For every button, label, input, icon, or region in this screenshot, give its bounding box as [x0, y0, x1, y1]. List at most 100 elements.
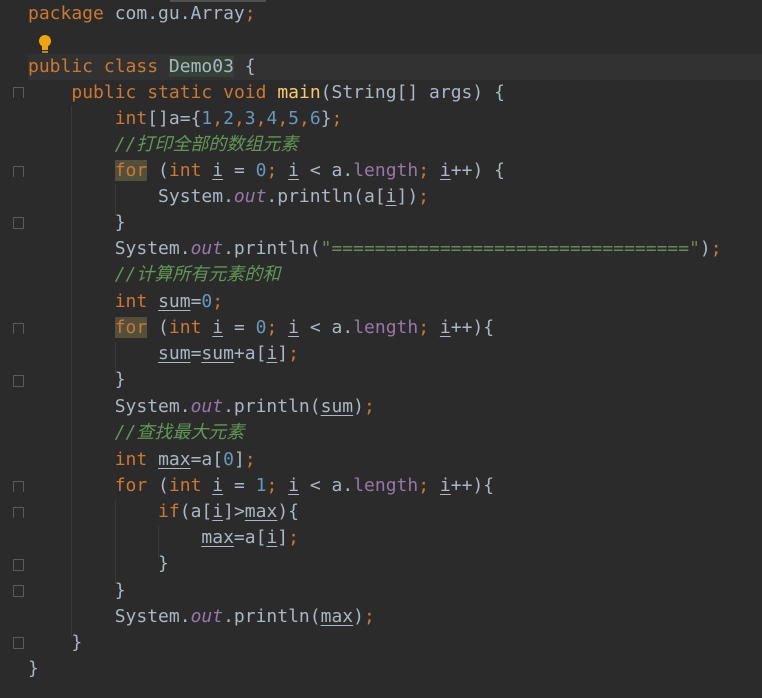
semicolon: ; — [710, 238, 722, 259]
semicolon: ; — [266, 317, 278, 338]
code-line[interactable]: System.out.println(a[i]); — [28, 184, 429, 210]
comment: //打印全部的数组元素 — [114, 134, 299, 155]
code-line[interactable]: } — [28, 630, 82, 656]
keyword: class — [103, 56, 159, 77]
code-line[interactable]: int[]a={1,2,3,4,5,6}; — [28, 106, 343, 132]
variable: sum — [320, 396, 354, 417]
number: 0 — [255, 160, 267, 181]
variable: i — [266, 527, 278, 548]
paren: ( — [179, 501, 191, 522]
variable: i — [439, 475, 451, 496]
code-line[interactable]: //计算所有元素的和 — [28, 262, 281, 288]
static-field: out — [190, 396, 224, 417]
keyword: if — [158, 501, 180, 522]
fold-marker-icon[interactable] — [13, 217, 24, 229]
fold-marker-icon[interactable] — [13, 323, 24, 334]
code-line[interactable]: } — [28, 210, 126, 236]
code-editor[interactable]: package com.gu.Array; public class Demo0… — [0, 0, 762, 698]
class-ref: System. — [114, 238, 191, 259]
array-ref: a[ — [190, 501, 213, 522]
paren: ]) — [396, 186, 419, 207]
brace: } — [114, 212, 126, 233]
code-line[interactable]: if(a[i]>max){ — [28, 499, 299, 525]
operator: < a. — [299, 160, 354, 181]
fold-marker-icon[interactable] — [13, 585, 24, 597]
code-line[interactable]: System.out.println(max); — [28, 604, 375, 630]
array-ref: a[ — [244, 527, 267, 548]
fold-marker-icon[interactable] — [13, 87, 24, 98]
keyword: static — [147, 82, 213, 103]
brace: { — [244, 56, 256, 77]
variable: i — [288, 160, 299, 181]
variable: max — [158, 449, 191, 470]
package-name: com.gu.Array — [114, 3, 245, 24]
keyword: for — [114, 475, 148, 496]
semicolon: ; — [244, 449, 256, 470]
number: 0 — [201, 291, 213, 312]
keyword: for — [114, 317, 148, 338]
code-line[interactable]: max=a[i]; — [28, 525, 299, 551]
code-line[interactable]: } — [28, 367, 126, 393]
semicolon: ; — [418, 475, 430, 496]
code-line[interactable]: System.out.println(sum); — [28, 394, 375, 420]
code-line[interactable]: package com.gu.Array; — [28, 1, 256, 27]
array-decl: []a={ — [147, 108, 202, 129]
operator: < a. — [299, 475, 354, 496]
fold-marker-icon[interactable] — [13, 481, 24, 492]
code-line[interactable]: for (int i = 1; i < a.length; i++){ — [28, 473, 494, 499]
string-literal: "=================================" — [320, 238, 700, 259]
code-line[interactable]: //打印全部的数组元素 — [28, 132, 299, 158]
code-line[interactable]: System.out.println("====================… — [28, 236, 722, 262]
operator: = — [233, 527, 245, 548]
variable: i — [439, 317, 451, 338]
keyword: int — [114, 291, 148, 312]
variable: sum — [201, 343, 234, 364]
operator: ++ — [450, 317, 473, 338]
number: 6 — [309, 108, 321, 129]
code-line[interactable]: int sum=0; — [28, 289, 223, 315]
semicolon: ; — [244, 3, 256, 24]
keyword: int — [168, 475, 202, 496]
number: 5 — [288, 108, 299, 129]
code-line[interactable]: //查找最大元素 — [28, 420, 245, 446]
method-name: main — [277, 82, 321, 103]
params: (String[] args) — [320, 82, 484, 103]
comma: , — [233, 108, 245, 129]
brace: } — [114, 580, 126, 601]
brace: } — [114, 369, 126, 390]
number: 1 — [201, 108, 213, 129]
code-line[interactable]: public class Demo03 { — [28, 54, 256, 80]
variable: i — [288, 475, 299, 496]
array-ref: a[ — [201, 449, 224, 470]
operator: = — [223, 160, 256, 181]
brace: } — [28, 658, 39, 679]
operator: = — [190, 343, 202, 364]
variable: sum — [158, 343, 191, 364]
fold-marker-icon[interactable] — [13, 637, 24, 649]
variable: sum — [158, 291, 191, 312]
method-call: .println( — [223, 606, 321, 627]
code-line[interactable]: } — [28, 656, 39, 682]
code-line[interactable]: int max=a[0]; — [28, 447, 256, 473]
fold-marker-icon[interactable] — [13, 166, 24, 177]
code-line[interactable]: for (int i = 0; i < a.length; i++){ — [28, 315, 494, 341]
code-line[interactable]: for (int i = 0; i < a.length; i++) { — [28, 158, 505, 184]
keyword: public — [28, 56, 94, 77]
lightbulb-icon[interactable] — [38, 34, 52, 54]
number: 3 — [244, 108, 256, 129]
code-line[interactable]: } — [28, 551, 169, 577]
variable: max — [320, 606, 354, 627]
comma: , — [212, 108, 224, 129]
code-line[interactable]: } — [28, 578, 126, 604]
variable: i — [385, 186, 397, 207]
class-ref: System. — [114, 396, 191, 417]
fold-marker-icon[interactable] — [13, 507, 24, 518]
operator: +a[ — [233, 343, 267, 364]
fold-marker-icon[interactable] — [13, 559, 24, 571]
fold-marker-icon[interactable] — [13, 375, 24, 387]
code-line[interactable]: sum=sum+a[i]; — [28, 341, 299, 367]
code-line[interactable]: public static void main(String[] args) { — [28, 80, 505, 106]
semicolon: ; — [363, 396, 375, 417]
variable: max — [201, 527, 234, 548]
operator: = — [190, 291, 202, 312]
